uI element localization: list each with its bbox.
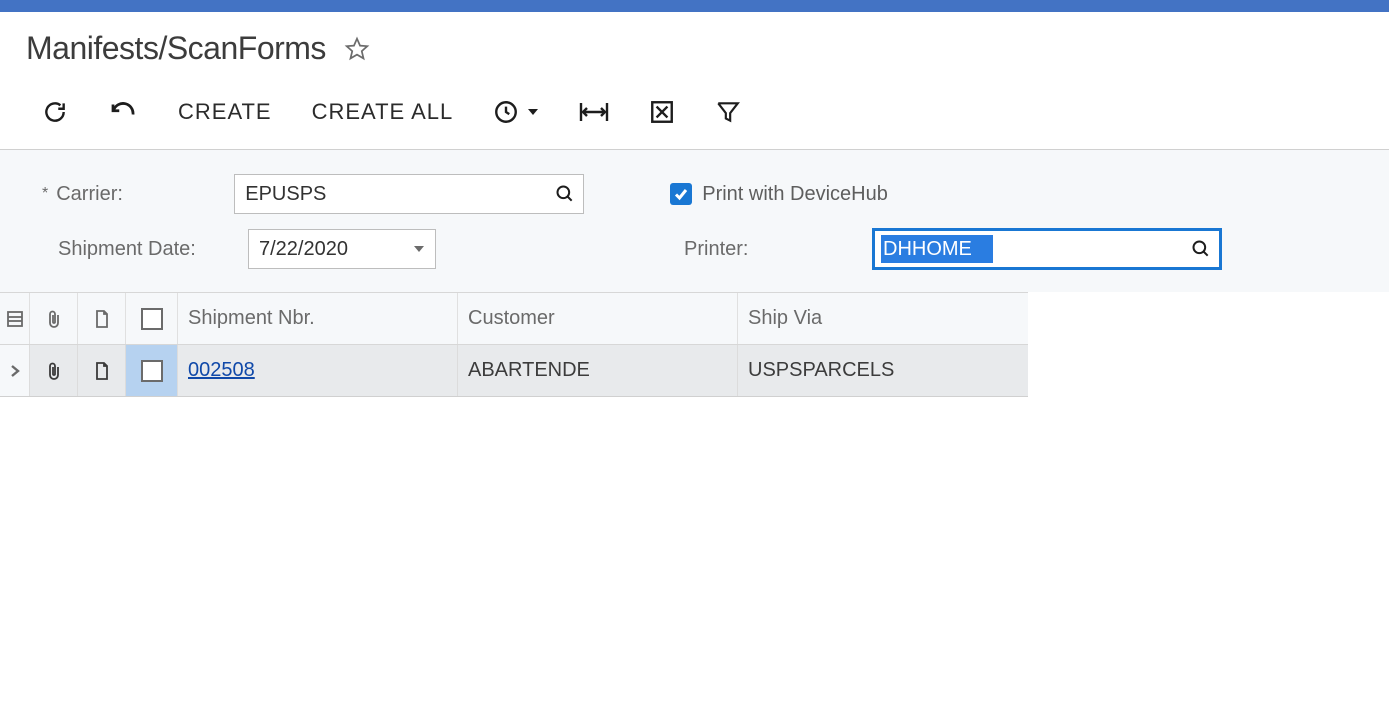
shipment-nbr-link[interactable]: 002508 (188, 359, 255, 382)
select-all-checkbox[interactable] (126, 293, 178, 344)
printer-field[interactable] (881, 235, 993, 263)
toolbar: CREATE CREATE ALL (0, 67, 1389, 149)
favorite-star-icon[interactable] (344, 36, 370, 62)
table-row[interactable]: 002508 ABARTENDE USPSPARCELS (0, 345, 1028, 397)
title-row: Manifests/ScanForms (0, 12, 1389, 67)
shipment-date-input[interactable] (248, 229, 436, 269)
grid-header-row: Shipment Nbr. Customer Ship Via (0, 293, 1028, 345)
fit-columns-icon[interactable] (579, 100, 609, 124)
search-icon[interactable] (1191, 239, 1211, 259)
shipment-date-field[interactable] (249, 230, 435, 268)
expand-row-icon[interactable] (0, 345, 30, 396)
notes-column-icon[interactable] (78, 293, 126, 344)
form-panel: * Carrier: Print with DeviceHub Shipment… (0, 149, 1389, 292)
create-button[interactable]: CREATE (178, 99, 272, 125)
ship-via-cell: USPSPARCELS (738, 345, 1028, 396)
check-icon (670, 183, 692, 205)
attachments-column-icon[interactable] (30, 293, 78, 344)
shipment-nbr-cell[interactable]: 002508 (178, 345, 458, 396)
top-accent-bar (0, 0, 1389, 12)
row-attachments-icon[interactable] (30, 345, 78, 396)
shipments-grid: Shipment Nbr. Customer Ship Via 002508 A… (0, 292, 1028, 397)
filter-icon[interactable] (715, 99, 741, 125)
shipment-date-label: Shipment Date: (58, 238, 248, 261)
required-asterisk: * (42, 185, 48, 203)
export-excel-icon[interactable] (649, 99, 675, 125)
shipment-nbr-header[interactable]: Shipment Nbr. (178, 293, 458, 344)
customer-cell: ABARTENDE (458, 345, 738, 396)
search-icon[interactable] (555, 184, 575, 204)
refresh-icon[interactable] (42, 99, 68, 125)
carrier-field[interactable] (235, 175, 583, 213)
create-all-button[interactable]: CREATE ALL (312, 99, 454, 125)
page-title: Manifests/ScanForms (26, 30, 326, 67)
customer-header[interactable]: Customer (458, 293, 738, 344)
column-settings-icon[interactable] (0, 293, 30, 344)
printer-input[interactable] (872, 228, 1222, 270)
printer-label: Printer: (684, 238, 872, 261)
ship-via-header[interactable]: Ship Via (738, 293, 1028, 344)
chevron-down-icon (527, 106, 539, 118)
row-notes-icon[interactable] (78, 345, 126, 396)
carrier-label: Carrier: (56, 183, 234, 206)
schedule-dropdown-button[interactable] (493, 99, 539, 125)
undo-icon[interactable] (108, 99, 138, 125)
print-devicehub-label: Print with DeviceHub (702, 183, 888, 206)
row-select-checkbox[interactable] (126, 345, 178, 396)
carrier-input[interactable] (234, 174, 584, 214)
print-devicehub-checkbox[interactable]: Print with DeviceHub (670, 183, 888, 206)
